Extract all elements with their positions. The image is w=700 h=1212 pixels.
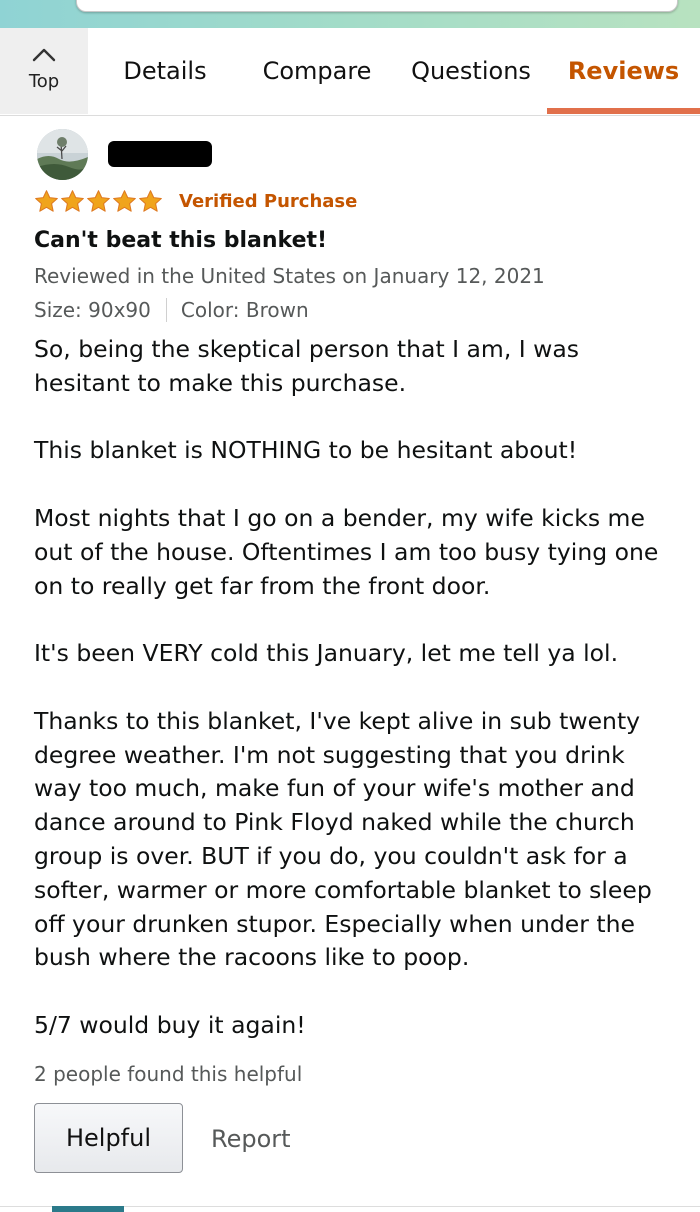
review-paragraph: Most nights that I go on a bender, my wi… — [34, 503, 659, 600]
header-strip — [0, 0, 700, 28]
back-to-top-button[interactable]: Top — [0, 28, 88, 114]
product-tab-bar: Top Details Compare Questions Reviews — [0, 28, 700, 116]
review-paragraph: Thanks to this blanket, I've kept alive … — [34, 706, 652, 972]
reviewer-name-redacted — [108, 141, 212, 167]
reviewer-avatar[interactable] — [37, 129, 88, 180]
bottom-nav-indicator — [52, 1206, 124, 1212]
star-icon — [35, 190, 58, 212]
review-paragraph: So, being the skeptical person that I am… — [34, 335, 580, 397]
tab-reviews[interactable]: Reviews — [547, 28, 700, 114]
product-variant[interactable]: Size: 90x90 Color: Brown — [34, 296, 309, 324]
variant-divider — [165, 298, 167, 322]
tab-compare[interactable]: Compare — [250, 28, 384, 114]
review-paragraph: 5/7 would buy it again! — [34, 1010, 306, 1039]
verified-purchase-badge: Verified Purchase — [179, 191, 358, 212]
tab-details[interactable]: Details — [110, 28, 220, 114]
review-title: Can't beat this blanket! — [34, 228, 328, 253]
review-paragraph: This blanket is NOTHING to be hesitant a… — [34, 436, 578, 465]
star-icon — [139, 190, 162, 212]
star-rating[interactable] — [34, 189, 163, 215]
review-date: Reviewed in the United States on January… — [34, 264, 545, 288]
tab-questions[interactable]: Questions — [408, 28, 534, 114]
review-body: So, being the skeptical person that I am… — [34, 333, 674, 1043]
report-link[interactable]: Report — [211, 1124, 291, 1154]
review-paragraph: It's been VERY cold this January, let me… — [34, 639, 619, 668]
star-icon — [113, 190, 136, 212]
helpful-count: 2 people found this helpful — [34, 1062, 303, 1086]
star-icon — [61, 190, 84, 212]
active-tab-indicator — [547, 108, 700, 114]
helpful-button[interactable]: Helpful — [34, 1103, 183, 1173]
variant-size: Size: 90x90 — [34, 298, 151, 322]
back-to-top-label: Top — [28, 71, 60, 92]
avatar-photo — [37, 129, 88, 180]
star-icon — [87, 190, 110, 212]
chevron-up-icon — [32, 48, 56, 62]
variant-color: Color: Brown — [180, 298, 309, 322]
search-box[interactable] — [76, 0, 678, 12]
